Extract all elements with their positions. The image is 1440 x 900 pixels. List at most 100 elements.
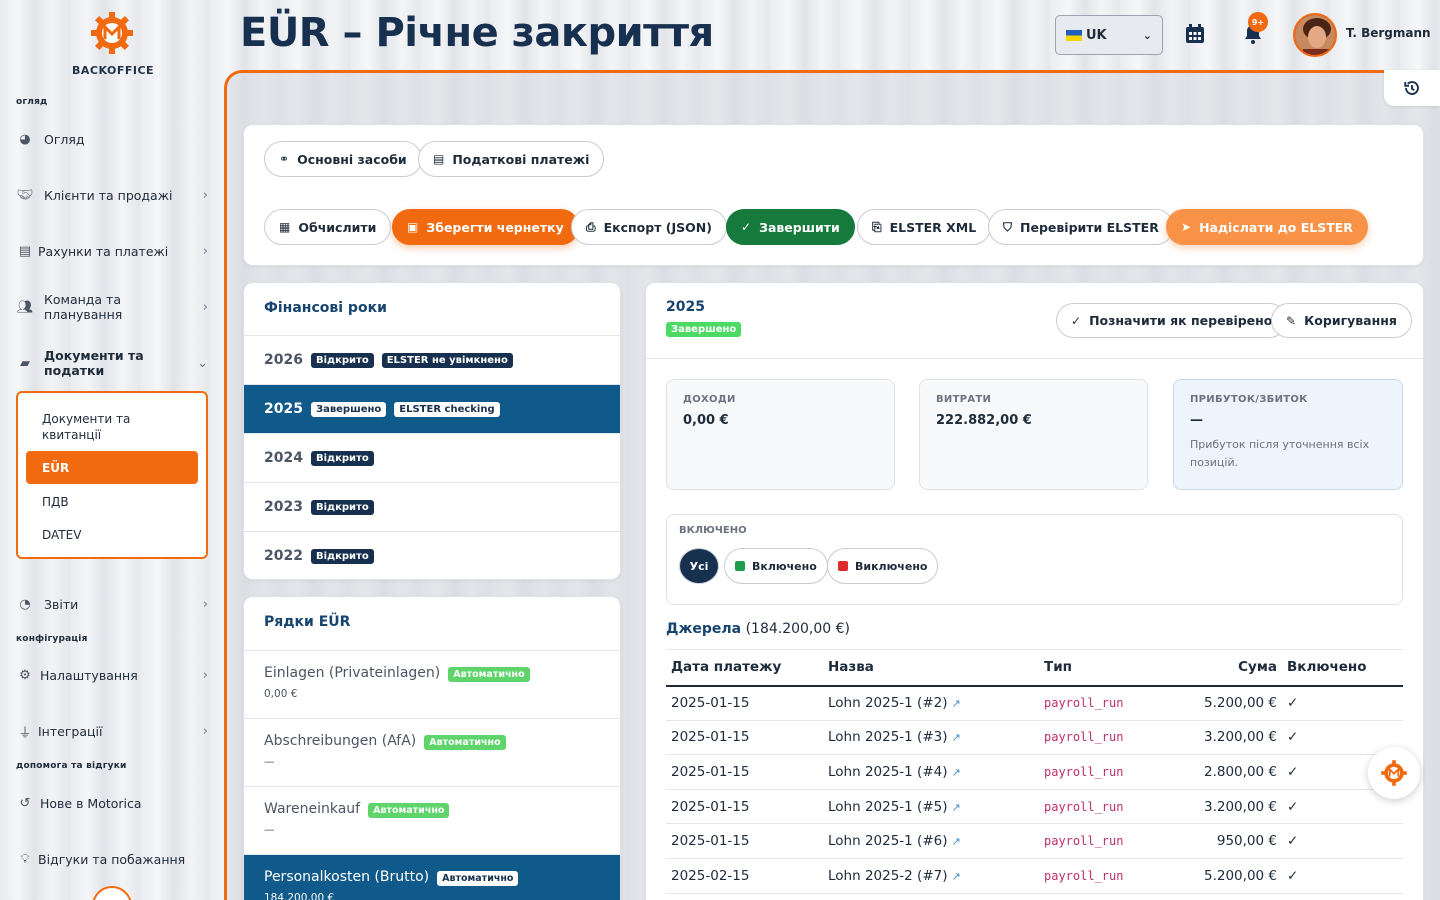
detail-year: 2025 <box>666 299 705 315</box>
fixed-assets-button[interactable]: ⚭ Основні засоби <box>264 141 422 177</box>
section-config: конфігурація <box>16 634 88 644</box>
table-row[interactable]: 2025-01-15 Lohn 2025-1 (#6) ↗ payroll_run 95… <box>666 823 1403 859</box>
sidebar-item-documents[interactable]: ▰ Документи та податки ⌄ <box>16 348 208 378</box>
save-icon: ▣ <box>407 220 419 234</box>
chevron-right-icon: › <box>202 667 208 683</box>
sidebar-item-overview[interactable]: ◕ Огляд <box>16 125 208 153</box>
elster-xml-button[interactable]: ⎘ ELSTER XML <box>857 209 992 245</box>
history-button[interactable] <box>1384 70 1440 106</box>
filter-all-chip[interactable]: Усі <box>679 548 719 584</box>
status-badge: Відкрито <box>310 450 374 466</box>
year-row[interactable]: 2026 Відкрито ELSTER не увімкнено <box>244 335 620 384</box>
adjust-button[interactable]: ✎ Коригування <box>1271 303 1412 338</box>
invoice-icon: ▤ <box>18 243 32 259</box>
finish-button[interactable]: ✓ Завершити <box>726 209 855 245</box>
logo[interactable]: BACKOFFICE <box>72 10 154 77</box>
submenu-datev[interactable]: DATEV <box>26 518 198 551</box>
source-link[interactable]: Lohn 2025-1 (#3) ↗ <box>823 720 1039 756</box>
tax-payments-button[interactable]: ▤ Податкові платежі <box>418 141 605 177</box>
status-badge: Завершено <box>310 401 387 417</box>
col-date[interactable]: Дата платежу <box>666 649 823 687</box>
chevron-right-icon: › <box>202 243 208 259</box>
submenu-vat[interactable]: ПДВ <box>26 485 198 518</box>
income-stat: ДОХОДИ 0,00 € <box>666 379 895 490</box>
avatar[interactable] <box>1293 13 1337 57</box>
sidebar-item-team[interactable]: 👥︎ Команда та планування › <box>16 292 208 322</box>
sidebar-item-reports[interactable]: ◔ Звіти › <box>16 590 208 618</box>
col-name[interactable]: Назва <box>823 649 1039 687</box>
auto-badge: Автоматично <box>368 803 450 818</box>
elster-badge: ELSTER checking <box>394 401 500 417</box>
year-row[interactable]: 2024 Відкрито <box>244 433 620 482</box>
table-row[interactable]: 2025-02-15 Lohn 2025-2 (#7) ↗ payroll_run 5.… <box>666 858 1403 894</box>
language-select[interactable]: UK ⌄ <box>1055 15 1163 55</box>
year-row[interactable]: 2022 Відкрито <box>244 531 620 579</box>
user-name[interactable]: T. Bergmann <box>1346 26 1431 40</box>
eur-line-row[interactable]: Einlagen (Privateinlagen) Автоматично 0,00… <box>244 650 620 718</box>
col-included[interactable]: Включено <box>1282 649 1403 687</box>
external-link-icon: ↗ <box>951 869 961 883</box>
source-link[interactable]: Lohn 2025-1 (#5) ↗ <box>823 789 1039 825</box>
history-icon <box>1404 81 1419 95</box>
auto-badge: Автоматично <box>437 871 519 886</box>
export-json-button[interactable]: ⎙ Експорт (JSON) <box>571 209 727 245</box>
table-row[interactable]: 2025-01-15 Lohn 2025-1 (#5) ↗ payroll_run 3.… <box>666 789 1403 825</box>
submenu-eur[interactable]: EÜR <box>26 451 198 484</box>
submenu-documents-receipts[interactable]: Документи та квитанції <box>26 409 198 445</box>
sources-table: Дата платежу Назва Тип Сума Включено 202… <box>666 649 1403 894</box>
chevron-right-icon: › <box>202 187 208 203</box>
table-row[interactable]: 2025-01-15 Lohn 2025-1 (#3) ↗ payroll_run 3.… <box>666 720 1403 756</box>
eur-line-row[interactable]: Wareneinkauf Автоматично — <box>244 786 620 854</box>
save-draft-button[interactable]: ▣ Зберегти чернетку <box>392 209 579 245</box>
receipt-icon: ▤ <box>433 152 445 166</box>
eur-line-row[interactable]: Abschreibungen (AfA) Автоматично — <box>244 718 620 786</box>
sidebar-help-fab[interactable] <box>92 886 132 900</box>
col-type[interactable]: Тип <box>1039 649 1159 687</box>
motorica-logo-icon <box>1381 760 1407 786</box>
eur-line-row-selected[interactable]: Personalkosten (Brutto) Автоматично 184.20… <box>244 854 620 900</box>
section-help: допомога та відгуки <box>16 761 127 771</box>
status-badge: Відкрито <box>310 499 374 515</box>
sidebar-item-integrations[interactable]: ⏚ Інтеграції › <box>16 717 208 745</box>
auto-badge: Автоматично <box>424 735 506 750</box>
sidebar-item-clients[interactable]: 🤝︎ Клієнти та продажі › <box>16 181 208 209</box>
chevron-right-icon: › <box>202 299 208 315</box>
dashboard-icon: ◕ <box>19 131 31 147</box>
filter-included-chip[interactable]: Включено <box>724 548 828 584</box>
chevron-right-icon: › <box>202 596 208 612</box>
col-amount[interactable]: Сума <box>1159 649 1282 687</box>
assistant-fab[interactable] <box>1368 747 1420 799</box>
year-row-selected[interactable]: 2025 Завершено ELSTER checking <box>244 384 620 433</box>
status-badge: Відкрито <box>310 548 374 564</box>
profit-stat: ПРИБУТОК/ЗБИТОК — Прибуток після уточнення… <box>1173 379 1403 490</box>
included-check: ✓ <box>1282 858 1403 894</box>
sources-heading: Джерела (184.200,00 €) <box>666 621 851 637</box>
filter-excluded-chip[interactable]: Виключено <box>827 548 939 584</box>
section-overview: огляд <box>16 97 48 107</box>
table-row[interactable]: 2025-01-15 Lohn 2025-1 (#2) ↗ payroll_run 5.… <box>666 685 1403 721</box>
source-link[interactable]: Lohn 2025-2 (#7) ↗ <box>823 858 1039 894</box>
divider <box>646 358 1423 359</box>
mark-reviewed-button[interactable]: ✓ Позначити як перевірено <box>1056 303 1288 338</box>
calendar-icon[interactable] <box>1183 22 1207 46</box>
chevron-down-icon: ⌄ <box>1142 28 1152 42</box>
sidebar-item-feedback[interactable]: 💡︎ Відгуки та побажання <box>16 845 208 873</box>
calculate-button[interactable]: ▦ Обчислити <box>264 209 392 245</box>
send-elster-button[interactable]: ➤ Надіслати до ELSTER <box>1166 209 1368 245</box>
expense-stat: ВИТРАТИ 222.882,00 € <box>919 379 1148 490</box>
check-icon: ✓ <box>1071 313 1082 328</box>
file-code-icon: ⎘ <box>872 219 882 234</box>
year-row[interactable]: 2023 Відкрито <box>244 482 620 531</box>
source-link[interactable]: Lohn 2025-1 (#4) ↗ <box>823 754 1039 790</box>
auto-badge: Автоматично <box>448 667 530 682</box>
check-elster-button[interactable]: ⛉ Перевірити ELSTER <box>988 209 1174 245</box>
external-link-icon: ↗ <box>951 697 961 711</box>
sidebar-item-settings[interactable]: ⚙ Налаштування › <box>16 661 208 689</box>
sidebar-item-whats-new[interactable]: ↺ Нове в Motorica <box>16 789 208 817</box>
table-row[interactable]: 2025-01-15 Lohn 2025-1 (#4) ↗ payroll_run 2.… <box>666 754 1403 790</box>
folder-open-icon: ▰ <box>20 355 30 371</box>
source-link[interactable]: Lohn 2025-1 (#6) ↗ <box>823 823 1039 859</box>
source-link[interactable]: Lohn 2025-1 (#2) ↗ <box>823 685 1039 721</box>
pencil-icon: ✎ <box>1286 313 1297 328</box>
sidebar-item-invoices[interactable]: ▤ Рахунки та платежі › <box>16 237 208 265</box>
